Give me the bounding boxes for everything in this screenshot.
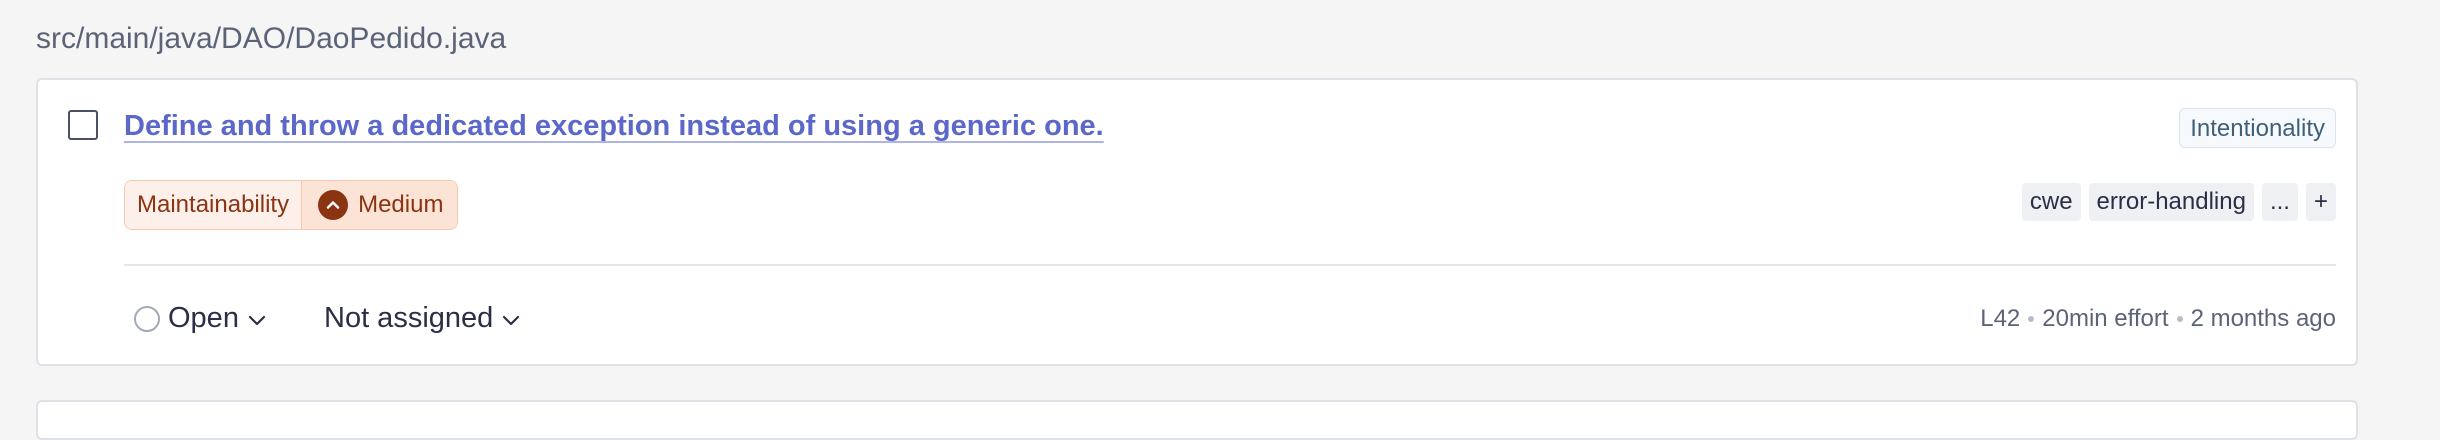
tag-more-button[interactable]: ... <box>2261 183 2298 221</box>
impact-severity: Medium <box>302 181 458 229</box>
status-label: Open <box>168 302 239 334</box>
tag-cwe[interactable]: cwe <box>2021 183 2081 221</box>
issue-effort: 20min effort <box>2042 305 2169 332</box>
divider <box>124 264 2336 266</box>
issue-meta: L42 20min effort 2 months ago <box>1980 305 2336 333</box>
tag-add-button[interactable]: + <box>2305 183 2336 221</box>
chevron-up-icon <box>318 190 349 220</box>
issue-card: Define and throw a dedicated exception i… <box>36 78 2358 366</box>
status-open-icon <box>134 305 160 332</box>
status-dropdown[interactable]: Open <box>134 302 267 335</box>
impact-severity-label: Medium <box>358 191 444 218</box>
tags-list: cwe error-handling ... + <box>2021 183 2336 221</box>
assignee-dropdown[interactable]: Not assigned <box>324 302 521 335</box>
file-path: src/main/java/DAO/DaoPedido.java <box>36 22 507 55</box>
issue-select-checkbox[interactable] <box>68 110 98 140</box>
separator-dot <box>2176 316 2183 322</box>
assignee-label: Not assigned <box>324 302 494 334</box>
issue-line[interactable]: L42 <box>1980 305 2020 333</box>
issue-title-link[interactable]: Define and throw a dedicated exception i… <box>124 110 1104 143</box>
separator-dot <box>2028 316 2035 322</box>
impact-quality-label: Maintainability <box>125 181 303 229</box>
software-impact-badge[interactable]: Maintainability Medium <box>124 180 459 230</box>
chevron-down-icon <box>501 302 521 335</box>
tag-error-handling[interactable]: error-handling <box>2088 183 2254 221</box>
clean-code-attribute-badge[interactable]: Intentionality <box>2179 108 2336 148</box>
next-issue-card <box>36 400 2358 440</box>
issue-age: 2 months ago <box>2190 305 2336 332</box>
chevron-down-icon <box>247 302 267 335</box>
